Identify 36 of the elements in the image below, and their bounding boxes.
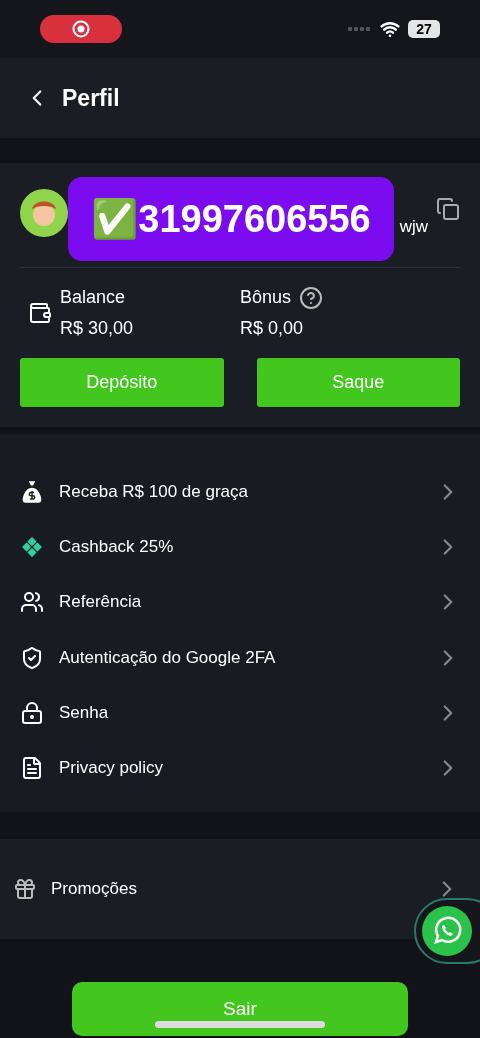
whatsapp-button[interactable] [414,898,480,964]
balance-amount: R$ 0,00 [240,317,305,340]
battery-indicator: 27 [408,20,440,38]
balance-amount: R$ 30,00 [60,317,134,340]
balance-label: Balance [60,286,126,309]
menu-item[interactable]: Receba R$ 100 de graça [0,464,480,520]
menu-label: Referência [59,591,143,614]
signal-icon [348,26,372,32]
menu-item[interactable]: Cashback 25% [0,519,480,575]
lock-icon [20,700,44,725]
menu-item[interactable]: Autenticação do Google 2FA [0,629,480,686]
whatsapp-icon [422,906,472,956]
page-title: Perfil [62,83,120,113]
avatar [20,189,68,237]
menu-label: Autenticação do Google 2FA [59,646,277,669]
phone-number-badge: ✅31997606556 [68,177,394,261]
wallet-icon [28,301,52,325]
menu-label: Privacy policy [59,757,164,780]
gift-icon [13,876,37,901]
wifi-icon [380,19,400,39]
help-icon[interactable] [299,285,324,310]
menu-label: Receba R$ 100 de graça [59,480,250,503]
menu-item[interactable]: Senha [0,685,480,741]
menu-label: Promoções [51,878,138,901]
menu-label: Cashback 25% [59,536,175,559]
balance-label: Bônus [240,286,292,309]
menu-item[interactable]: Privacy policy [0,740,480,796]
people-icon [20,590,44,615]
shield-check-icon [20,645,44,670]
menu-label: Senha [59,702,110,725]
document-icon [20,756,44,781]
record-icon [72,20,90,38]
username-text: wjw [399,216,428,239]
menu-item[interactable]: Referência [0,574,480,630]
copy-icon[interactable] [436,197,460,221]
menu-item[interactable]: Promoções [0,838,480,939]
